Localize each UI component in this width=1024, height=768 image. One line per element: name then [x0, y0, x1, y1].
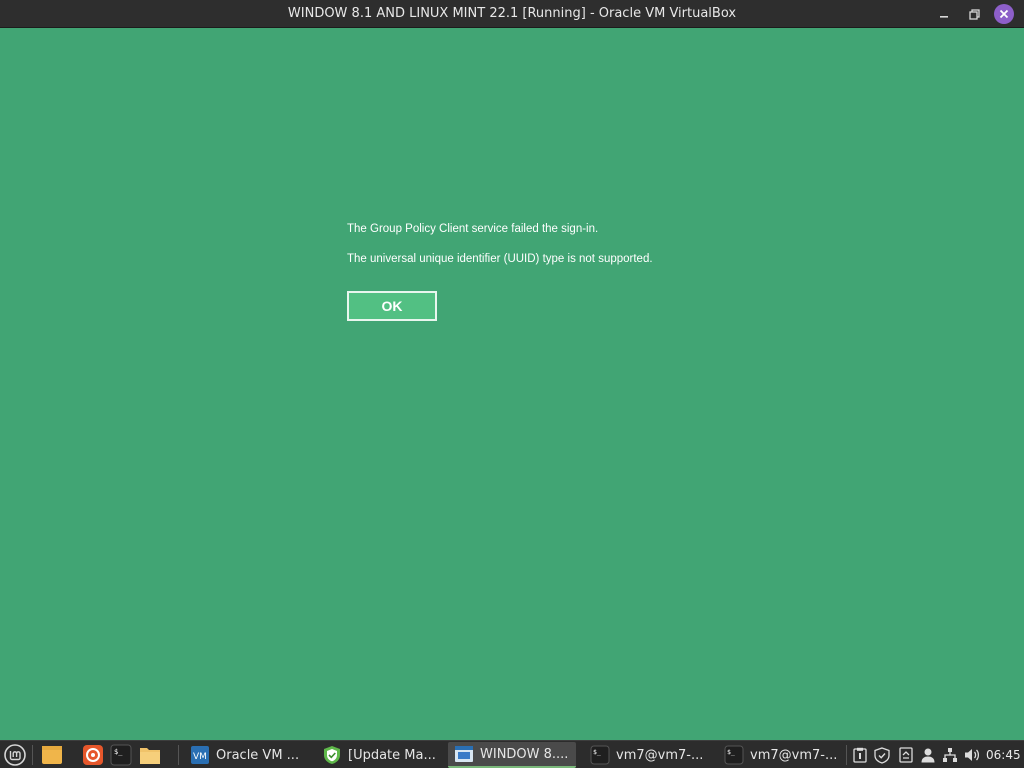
user-tray[interactable] — [919, 745, 937, 765]
shield-icon — [874, 746, 890, 764]
window-title: WINDOW 8.1 AND LINUX MINT 22.1 [Running]… — [287, 6, 737, 21]
close-button[interactable] — [994, 4, 1014, 24]
volume-icon — [964, 749, 979, 761]
mint-menu-button[interactable] — [4, 744, 26, 766]
task-terminal-2[interactable]: $_ vm7@vm7-... — [718, 742, 842, 768]
task-label: vm7@vm7-... — [750, 747, 838, 763]
user-icon — [921, 748, 935, 763]
volume-tray[interactable] — [963, 745, 981, 765]
task-label: [Update Ma... — [348, 747, 436, 763]
network-icon — [943, 748, 957, 762]
clipboard-icon — [853, 747, 867, 763]
taskbar: $_ VM Oracle VM ... [Update Ma... WINDOW… — [0, 740, 1024, 768]
task-window-vm[interactable]: WINDOW 8.... — [448, 742, 576, 768]
maximize-button[interactable] — [964, 4, 984, 24]
firefox-icon — [83, 745, 103, 765]
terminal-launcher[interactable]: $_ — [110, 744, 132, 766]
vm-window-icon — [454, 744, 474, 764]
separator — [846, 745, 847, 765]
close-icon — [999, 9, 1009, 19]
separator — [32, 745, 33, 765]
error-message-line2: The universal unique identifier (UUID) t… — [347, 253, 653, 265]
folder-launcher[interactable] — [139, 744, 161, 766]
files-icon — [42, 746, 62, 764]
task-update-manager[interactable]: [Update Ma... — [316, 742, 440, 768]
security-tray[interactable] — [873, 745, 891, 765]
network-tray[interactable] — [941, 745, 959, 765]
svg-text:$_: $_ — [114, 748, 123, 756]
firefox-launcher[interactable] — [82, 744, 104, 766]
files-launcher[interactable] — [41, 744, 63, 766]
task-terminal-1[interactable]: $_ vm7@vm7-... — [584, 742, 710, 768]
clipboard-tray[interactable] — [851, 745, 869, 765]
update-icon — [899, 747, 913, 763]
task-label: WINDOW 8.... — [480, 746, 569, 762]
error-message-line1: The Group Policy Client service failed t… — [347, 223, 599, 235]
window-titlebar[interactable]: WINDOW 8.1 AND LINUX MINT 22.1 [Running]… — [0, 0, 1024, 28]
terminal-icon: $_ — [590, 745, 610, 765]
task-oracle-vm[interactable]: VM Oracle VM ... — [184, 742, 308, 768]
minimize-icon — [940, 16, 948, 18]
mint-menu-icon — [4, 744, 26, 766]
clock[interactable]: 06:45 — [986, 741, 1021, 768]
task-label: vm7@vm7-... — [616, 747, 704, 763]
task-label: Oracle VM ... — [216, 747, 300, 763]
svg-text:$_: $_ — [727, 748, 735, 756]
update-tray[interactable] — [897, 745, 915, 765]
virtualbox-icon: VM — [190, 745, 210, 765]
svg-text:$_: $_ — [593, 748, 601, 756]
terminal-icon: $_ — [110, 744, 132, 766]
vm-guest-screen[interactable]: The Group Policy Client service failed t… — [0, 29, 1024, 740]
ok-button[interactable]: OK — [347, 291, 437, 321]
svg-text:VM: VM — [193, 752, 207, 762]
terminal-icon: $_ — [724, 745, 744, 765]
folder-icon — [140, 748, 160, 764]
minimize-button[interactable] — [934, 4, 954, 24]
restore-icon — [968, 8, 980, 20]
separator — [178, 745, 179, 765]
shield-icon — [322, 745, 342, 765]
